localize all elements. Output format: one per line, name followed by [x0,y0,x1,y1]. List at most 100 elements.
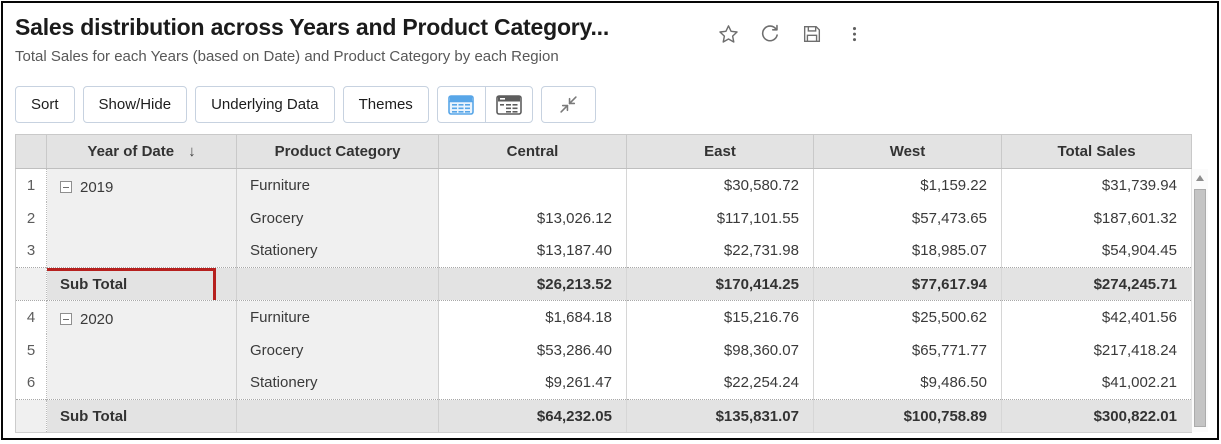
table-view-icon[interactable] [438,87,485,122]
subtotal-value-cell: $77,617.94 [814,268,1002,301]
year-cell [47,367,237,400]
page-title: Sales distribution across Years and Prod… [15,14,609,41]
subtotal-value-cell: $100,758.89 [814,400,1002,433]
row-number [16,400,47,433]
value-cell[interactable]: $9,486.50 [814,367,1002,400]
subtotal-value-cell: $274,245.71 [1002,268,1192,301]
value-cell[interactable]: $15,216.76 [627,301,814,334]
year-label: 2020 [80,311,113,328]
table-row: 4 2020 Furniture$1,684.18$15,216.76$25,500… [16,301,1192,334]
row-number-header [16,135,47,169]
column-header-label: Year of Date [87,143,174,160]
value-cell[interactable]: $53,286.40 [439,334,627,367]
tabular-view-icon[interactable] [485,87,532,122]
year-cell: 2020 [47,301,237,334]
collapse-row-icon[interactable] [60,313,72,325]
column-header-central[interactable]: Central [439,135,627,169]
refresh-icon[interactable] [757,21,783,47]
value-cell[interactable]: $41,002.21 [1002,367,1192,400]
vertical-scrollbar[interactable] [1191,169,1208,432]
save-icon[interactable] [799,21,825,47]
value-cell[interactable]: $1,684.18 [439,301,627,334]
value-cell[interactable]: $18,985.07 [814,235,1002,268]
row-number: 3 [16,235,47,268]
value-cell[interactable]: $54,904.45 [1002,235,1192,268]
value-cell[interactable]: $22,731.98 [627,235,814,268]
category-cell: Grocery [237,202,439,235]
scroll-up-arrow-icon[interactable] [1192,171,1208,185]
row-number: 2 [16,202,47,235]
category-cell: Furniture [237,169,439,202]
pivot-table: Year of Date ↓ Product Category Central E… [15,134,1192,433]
value-cell[interactable]: $217,418.24 [1002,334,1192,367]
underlying-data-button[interactable]: Underlying Data [195,86,335,123]
category-cell: Stationery [237,367,439,400]
category-cell: Stationery [237,235,439,268]
year-cell [47,334,237,367]
row-number: 1 [16,169,47,202]
category-cell: Grocery [237,334,439,367]
row-number: 4 [16,301,47,334]
table-row: 5 Grocery$53,286.40$98,360.07$65,771.77$2… [16,334,1192,367]
category-cell: Furniture [237,301,439,334]
value-cell[interactable]: $30,580.72 [627,169,814,202]
column-header-total-sales[interactable]: Total Sales [1002,135,1192,169]
subtotal-value-cell: $26,213.52 [439,268,627,301]
show-hide-button[interactable]: Show/Hide [83,86,188,123]
value-cell[interactable]: $25,500.62 [814,301,1002,334]
row-number: 5 [16,334,47,367]
subtotal-value-cell: $300,822.01 [1002,400,1192,433]
table-body: 1 2019 Furniture $30,580.72$1,159.22$31,739… [16,169,1192,433]
table-row: 3 Stationery$13,187.40$22,731.98$18,985.0… [16,235,1192,268]
column-header-east[interactable]: East [627,135,814,169]
value-cell[interactable]: $42,401.56 [1002,301,1192,334]
subtotal-row: Sub Total $26,213.52$170,414.25$77,617.94… [16,268,1192,301]
title-action-bar [715,21,867,47]
subtotal-value-cell: $135,831.07 [627,400,814,433]
sort-desc-icon[interactable]: ↓ [188,143,196,160]
value-cell[interactable] [439,169,627,202]
themes-button[interactable]: Themes [343,86,429,123]
value-cell[interactable]: $98,360.07 [627,334,814,367]
column-header-west[interactable]: West [814,135,1002,169]
sort-button[interactable]: Sort [15,86,75,123]
collapse-row-icon[interactable] [60,181,72,193]
subtotal-label-cell: Sub Total [47,268,237,301]
subtotal-row: Sub Total $64,232.05$135,831.07$100,758.8… [16,400,1192,433]
scrollbar-thumb[interactable] [1194,189,1206,427]
year-cell: 2019 [47,169,237,202]
table-row: 1 2019 Furniture $30,580.72$1,159.22$31,739… [16,169,1192,202]
subtotal-empty-cell [237,400,439,433]
table-row: 6 Stationery$9,261.47$22,254.24$9,486.50$… [16,367,1192,400]
table-row: 2 Grocery$13,026.12$117,101.55$57,473.65$… [16,202,1192,235]
year-label: 2019 [80,179,113,196]
subtotal-label-cell: Sub Total [47,400,237,433]
subtotal-empty-cell [237,268,439,301]
collapse-icon[interactable] [541,86,596,123]
favorite-star-icon[interactable] [715,21,741,47]
subtotal-value-cell: $170,414.25 [627,268,814,301]
page-subtitle: Total Sales for each Years (based on Dat… [15,48,559,65]
year-cell [47,235,237,268]
value-cell[interactable]: $117,101.55 [627,202,814,235]
value-cell[interactable]: $9,261.47 [439,367,627,400]
more-vertical-icon[interactable] [841,21,867,47]
value-cell[interactable]: $13,187.40 [439,235,627,268]
toolbar: Sort Show/Hide Underlying Data Themes [15,86,596,123]
value-cell[interactable]: $65,771.77 [814,334,1002,367]
column-header-category[interactable]: Product Category [237,135,439,169]
row-number: 6 [16,367,47,400]
header-row: Year of Date ↓ Product Category Central E… [16,135,1192,169]
value-cell[interactable]: $31,739.94 [1002,169,1192,202]
row-number [16,268,47,301]
year-cell [47,202,237,235]
view-toggle-group [437,86,533,123]
column-header-year[interactable]: Year of Date ↓ [47,135,237,169]
value-cell[interactable]: $13,026.12 [439,202,627,235]
value-cell[interactable]: $22,254.24 [627,367,814,400]
value-cell[interactable]: $187,601.32 [1002,202,1192,235]
value-cell[interactable]: $57,473.65 [814,202,1002,235]
subtotal-value-cell: $64,232.05 [439,400,627,433]
report-window: Sales distribution across Years and Prod… [1,1,1219,440]
value-cell[interactable]: $1,159.22 [814,169,1002,202]
